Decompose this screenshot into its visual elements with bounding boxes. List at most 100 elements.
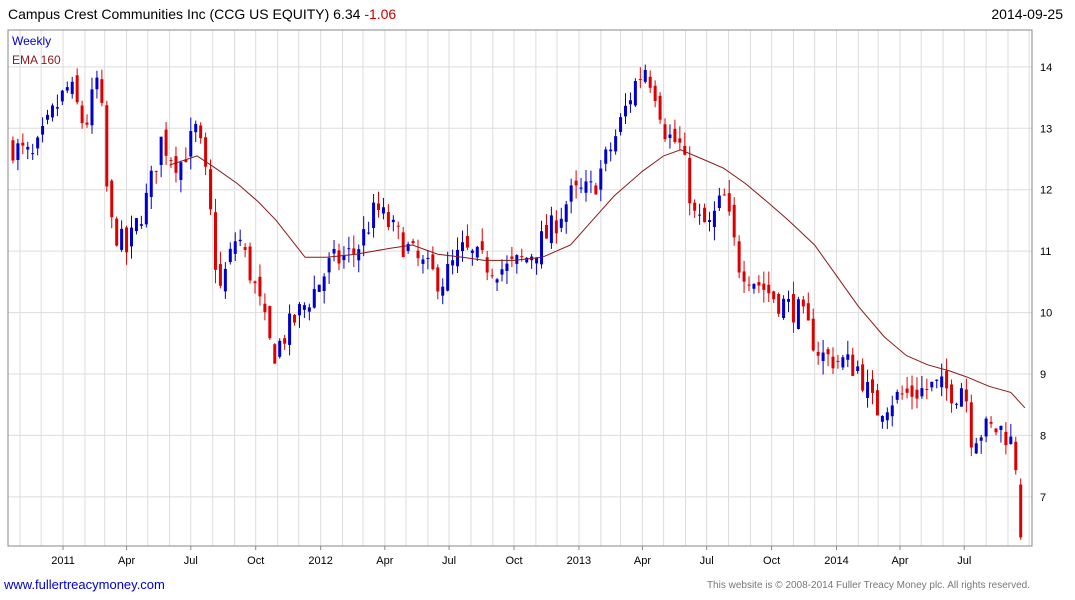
candle-body [801, 299, 805, 307]
candle-body [377, 203, 381, 210]
candle-body [431, 254, 435, 270]
candle-body [954, 403, 958, 405]
candle-body [223, 268, 227, 292]
candle-body [456, 249, 460, 267]
candle-body [707, 220, 711, 222]
candle-body [683, 145, 687, 155]
y-tick-label: 13 [1040, 123, 1052, 135]
candle-body [905, 388, 909, 393]
candle-body [357, 249, 361, 261]
candle-body [624, 105, 628, 117]
candle-body [337, 250, 341, 264]
candle-body [673, 128, 677, 143]
candle-body [688, 157, 692, 204]
candle-body [604, 149, 608, 164]
candle-body [984, 418, 988, 437]
candle-body [391, 219, 395, 223]
candle-body [831, 356, 835, 369]
candle-body [969, 402, 973, 448]
candle-body [787, 299, 791, 302]
candle-body [134, 218, 138, 232]
candle-body [698, 214, 702, 216]
candle-body [732, 204, 736, 238]
y-tick-label: 7 [1040, 492, 1046, 504]
candle-body [218, 264, 222, 286]
candle-body [213, 212, 217, 270]
candle-body [495, 279, 499, 283]
candle-body [194, 123, 198, 133]
candle-body [895, 391, 899, 400]
candle-body [703, 207, 707, 223]
candle-body [480, 241, 484, 251]
x-tick-label: 2011 [51, 555, 75, 567]
candle-body [258, 276, 262, 297]
candle-body [920, 388, 924, 397]
candle-body [386, 212, 390, 228]
candle-body [268, 306, 272, 339]
candle-body [164, 129, 168, 156]
candle-body [945, 370, 949, 389]
x-tick-label: Apr [891, 555, 908, 567]
candle-body [658, 95, 662, 120]
candle-body [451, 260, 455, 266]
candle-body [149, 170, 153, 197]
candle-body [90, 89, 94, 126]
candle-body [465, 235, 469, 248]
candle-body [115, 218, 119, 246]
candle-body [159, 136, 163, 166]
candle-body [436, 267, 440, 292]
candle-body [130, 227, 134, 247]
x-tick-label: Oct [247, 555, 264, 567]
x-tick-label: Oct [763, 555, 780, 567]
candle-body [302, 305, 306, 310]
candle-body [856, 366, 860, 371]
candle-body [915, 389, 919, 399]
candle-body [312, 289, 316, 308]
candle-body [717, 195, 721, 209]
y-tick-label: 8 [1040, 430, 1046, 442]
candle-body [253, 281, 257, 284]
candle-body [866, 381, 870, 398]
candle-body [752, 284, 756, 289]
x-tick-label: Oct [505, 555, 522, 567]
candle-body [791, 294, 795, 323]
candle-body [21, 142, 25, 146]
candle-body [441, 286, 445, 296]
candle-body [362, 229, 366, 246]
candle-body [199, 125, 203, 139]
candle-body [174, 156, 178, 173]
candle-body [510, 256, 514, 259]
candle-body [209, 169, 213, 210]
candle-body [762, 283, 766, 290]
candle-body [139, 224, 143, 226]
candle-body [964, 389, 968, 402]
candle-body [722, 194, 726, 196]
candle-body [381, 207, 385, 214]
candle-body [327, 258, 331, 273]
candle-body [307, 307, 311, 312]
candle-body [826, 349, 830, 355]
x-tick-label: Jul [442, 555, 456, 567]
candle-body [806, 303, 810, 321]
candle-body [1004, 431, 1008, 446]
footer-site-link[interactable]: www.fullertreacymoney.com [4, 577, 165, 592]
candle-body [41, 126, 45, 135]
candle-body [614, 136, 618, 152]
candle-body [144, 192, 148, 225]
candle-body [930, 381, 934, 388]
candle-body [31, 153, 35, 155]
candle-body [228, 248, 232, 263]
y-tick-label: 11 [1040, 246, 1051, 258]
candle-body [367, 232, 371, 234]
candle-body [70, 81, 74, 94]
x-tick-label: Apr [376, 555, 393, 567]
candle-body [559, 218, 563, 228]
candle-body [238, 239, 242, 242]
candle-body [900, 393, 904, 395]
candle-body [460, 242, 464, 252]
candle-body [871, 379, 875, 393]
candle-body [950, 384, 954, 404]
candle-body [846, 354, 850, 360]
candle-body [554, 220, 558, 234]
candle-body [105, 105, 109, 187]
